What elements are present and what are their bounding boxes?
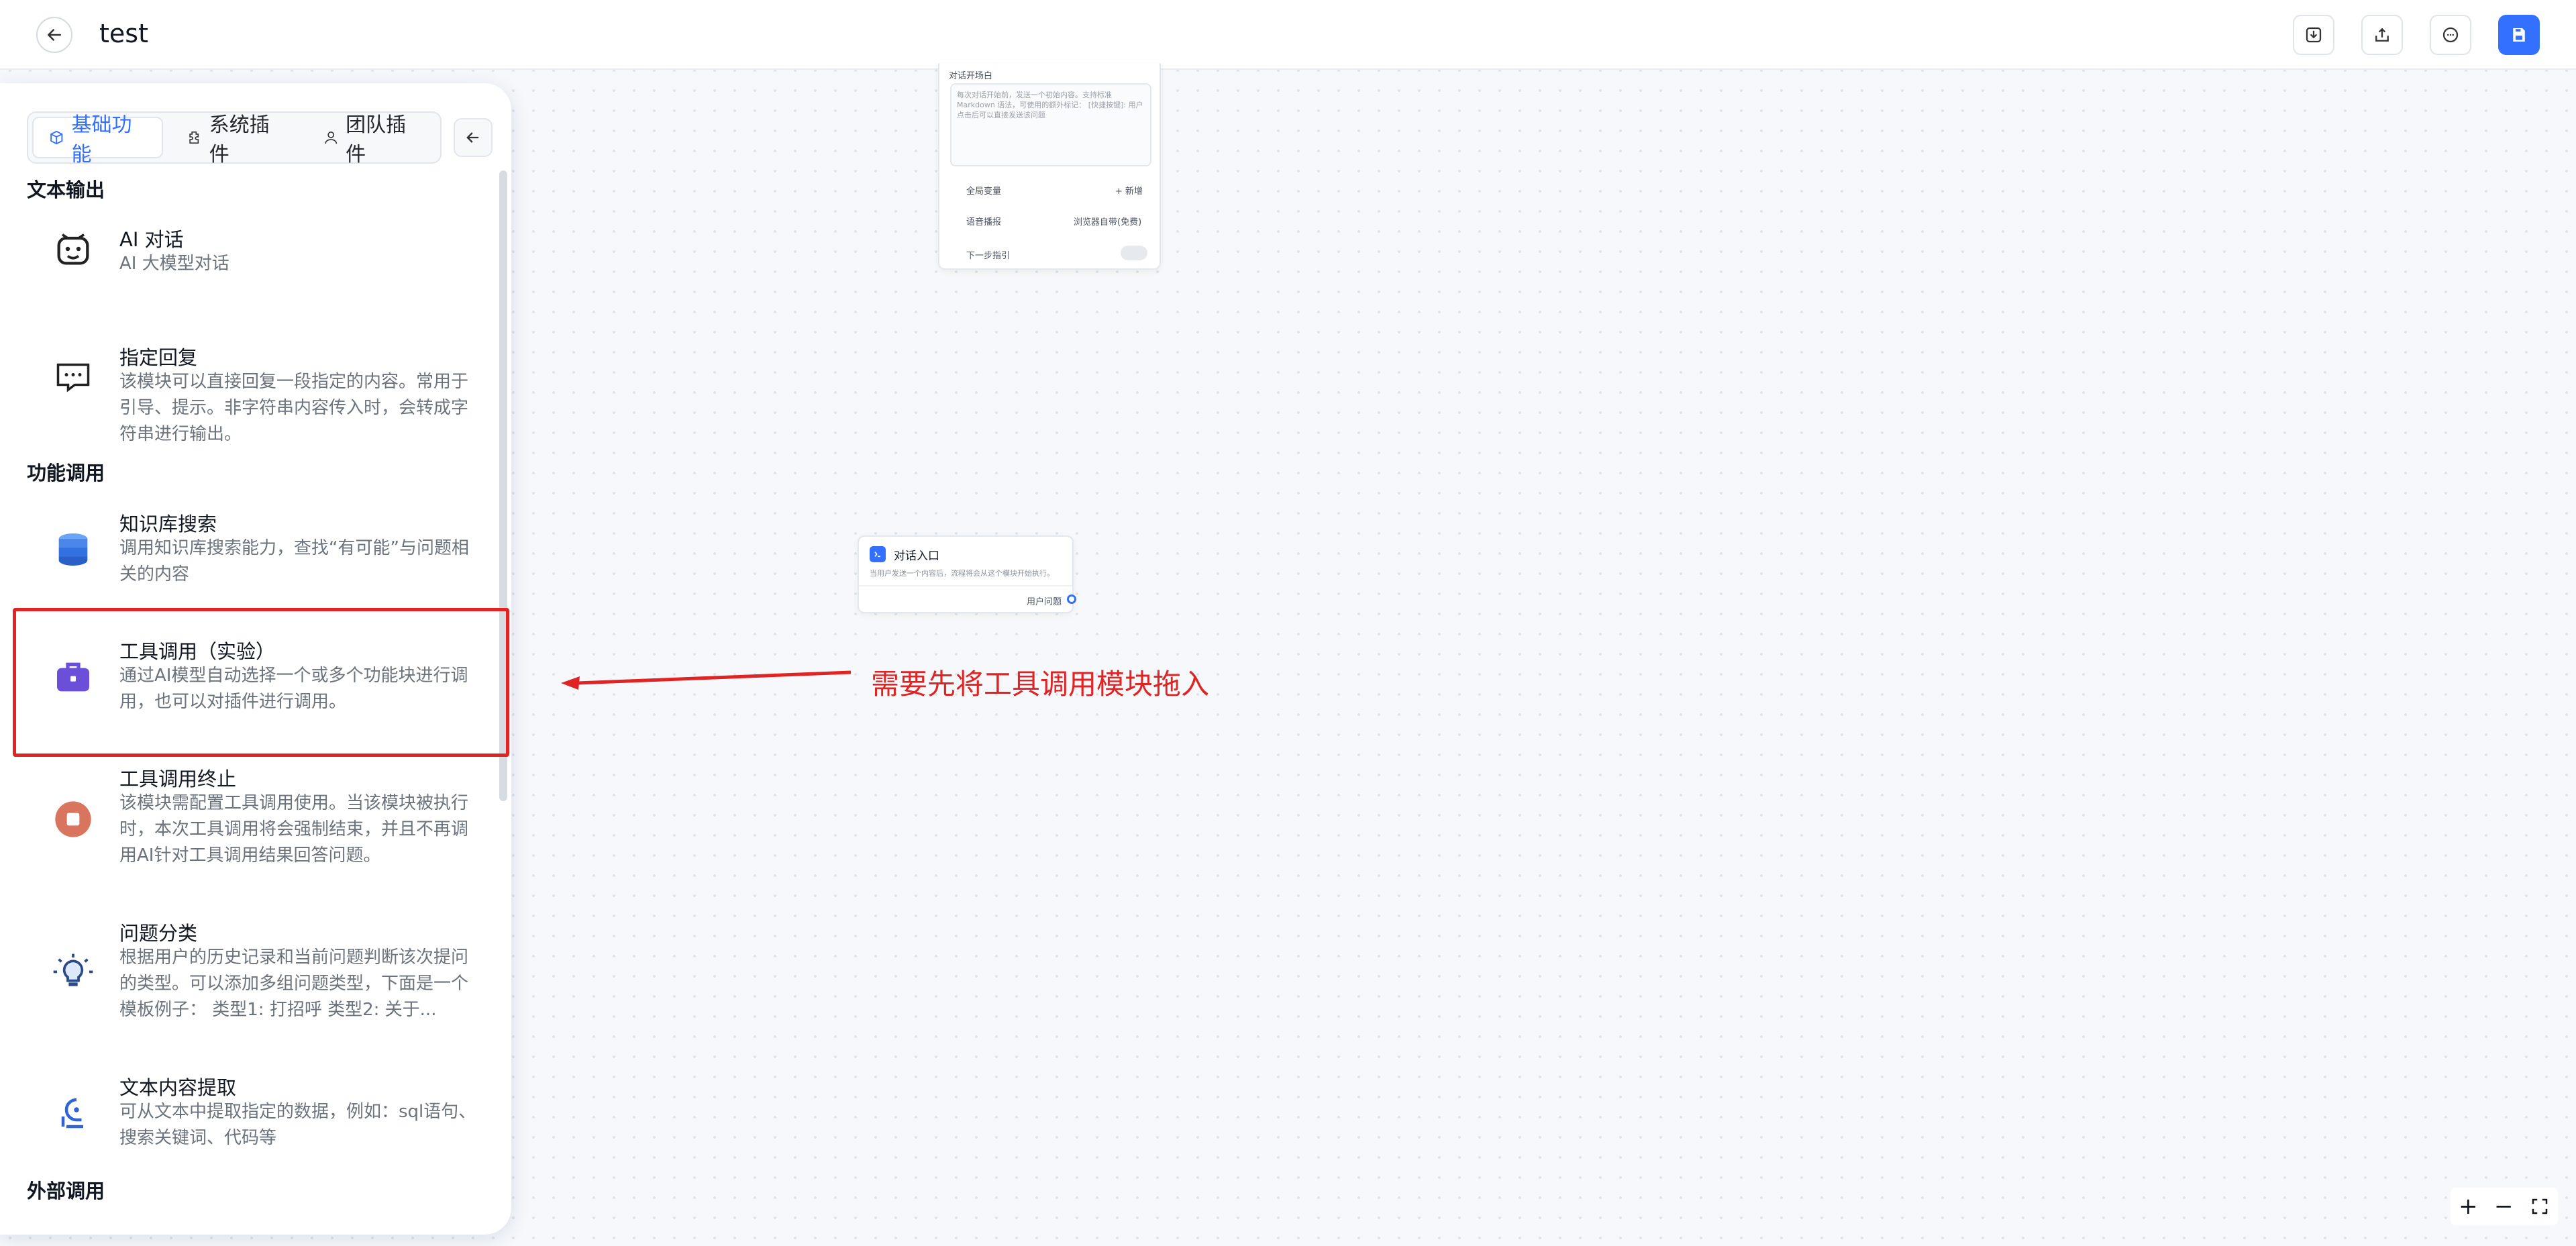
entry-node-icon [870,546,886,562]
add-variable-button[interactable]: + 新增 [1115,184,1143,197]
module-desc: 该模块需配置工具调用使用。当该模块被执行时，本次工具调用将会强制结束，并且不再调… [119,793,469,866]
chat-test-button[interactable] [2430,15,2471,55]
module-name: 工具调用终止 [119,768,237,790]
next-guide-toggle[interactable] [1121,246,1147,260]
module-desc: 可从文本中提取指定的数据，例如：sql语句、搜索关键词、代码等 [119,1102,476,1148]
module-tool-stop[interactable]: 工具调用终止 该模块需配置工具调用使用。当该模块被执行时，本次工具调用将会强制结… [27,761,483,888]
top-bar: test [0,0,2576,70]
tab-basic-label: 基础功能 [71,113,132,166]
module-name: 问题分类 [119,922,198,945]
entry-node-title: 对话入口 [894,550,939,563]
module-name: AI 对话 [119,228,184,251]
stop-icon [50,796,97,843]
entry-output-label: 用户问题 [1027,597,1062,607]
plugin-icon [189,132,199,144]
user-icon [324,132,337,144]
global-vars-label: 全局变量 [966,187,1002,197]
module-dataset-search[interactable]: 知识库搜索 调用知识库搜索能力，查找“有可能”与问题相关的内容 [27,506,483,600]
robot-icon [50,225,97,272]
annotation-arrow [561,670,852,690]
tab-team-plugins[interactable]: 团队插件 [308,113,436,166]
chat-entry-node[interactable]: 对话入口 当用户发送一个内容后，流程将会从这个模块开始执行。 用户问题 [858,535,1076,613]
module-name: 文本内容提取 [119,1076,237,1099]
module-ai-chat[interactable]: AI 对话 AI 大模型对话 [27,219,483,313]
tab-team-plugins-label: 团队插件 [346,113,407,166]
opening-textarea[interactable]: 每次对话开始前，发送一个初始内容。支持标准 Markdown 语法，可使用的额外… [950,83,1151,166]
opening-placeholder: 每次对话开始前，发送一个初始内容。支持标准 Markdown 语法，可使用的额外… [957,91,1143,119]
export-button[interactable] [2361,15,2403,55]
back-button[interactable] [36,17,72,53]
tool-call-highlight [13,608,509,757]
module-tabs: 基础功能 系统插件 团队插件 [27,111,442,166]
next-guide-label: 下一步指引 [966,251,1011,261]
tab-basic[interactable]: 基础功能 [32,113,164,166]
section-text-output: 文本输出 [27,178,105,201]
extract-icon [50,1090,97,1137]
module-desc: AI 大模型对话 [119,254,229,274]
fit-view-icon[interactable] [2530,1196,2550,1216]
entry-output-handle[interactable] [1067,594,1076,604]
zoom-in-button[interactable]: + [2459,1193,2478,1220]
database-icon [50,526,97,573]
tts-select[interactable]: 浏览器自带(免费) [1074,215,1141,227]
module-desc: 根据用户的历史记录和当前问题判断该次提问的类型。可以添加多组问题类型，下面是一个… [119,947,469,1020]
entry-node-desc: 当用户发送一个内容后，流程将会从这个模块开始执行。 [870,569,1054,578]
module-question-classify[interactable]: 问题分类 根据用户的历史记录和当前问题判断该次提问的类型。可以添加多组问题类型，… [27,915,483,1043]
section-function-call: 功能调用 [27,462,105,484]
collapse-panel-button[interactable] [454,118,493,157]
cube-icon [50,130,63,145]
tab-system-plugins[interactable]: 系统插件 [171,113,299,166]
module-desc: 该模块可以直接回复一段指定的内容。常用于引导、提示。非字符串内容传入时，会转成字… [119,372,469,444]
annotation-text: 需要先将工具调用模块拖入 [871,668,1210,700]
module-specified-reply[interactable]: 指定回复 该模块可以直接回复一段指定的内容。常用于引导、提示。非字符串内容传入时… [27,326,483,454]
message-dots-icon [50,353,97,400]
chat-icon [2442,27,2459,43]
app-title: test [99,19,148,48]
entry-node-divider [859,585,1072,586]
tab-system-plugins-label: 系统插件 [209,113,270,166]
import-icon [2306,27,2322,43]
opening-label: 对话开场白 [949,71,993,81]
section-external-call: 外部调用 [27,1180,105,1202]
module-content-extract[interactable]: 文本内容提取 可从文本中提取指定的数据，例如：sql语句、搜索关键词、代码等 [27,1070,483,1163]
start-node[interactable]: 对话开场白 每次对话开始前，发送一个初始内容。支持标准 Markdown 语法，… [938,63,1161,270]
arrow-left-icon [466,132,479,143]
module-name: 指定回复 [119,346,198,369]
module-name: 知识库搜索 [119,513,217,535]
top-actions [2293,15,2540,55]
export-icon [2375,28,2389,42]
tts-label: 语音播报 [966,217,1002,227]
lightbulb-icon [50,950,97,997]
save-icon [2513,28,2525,42]
zoom-controls: + − [2451,1188,2558,1225]
module-desc: 调用知识库搜索能力，查找“有可能”与问题相关的内容 [119,538,469,584]
zoom-out-button[interactable]: − [2494,1193,2514,1220]
save-button[interactable] [2498,15,2540,55]
arrow-left-icon [48,29,61,41]
import-button[interactable] [2293,15,2334,55]
